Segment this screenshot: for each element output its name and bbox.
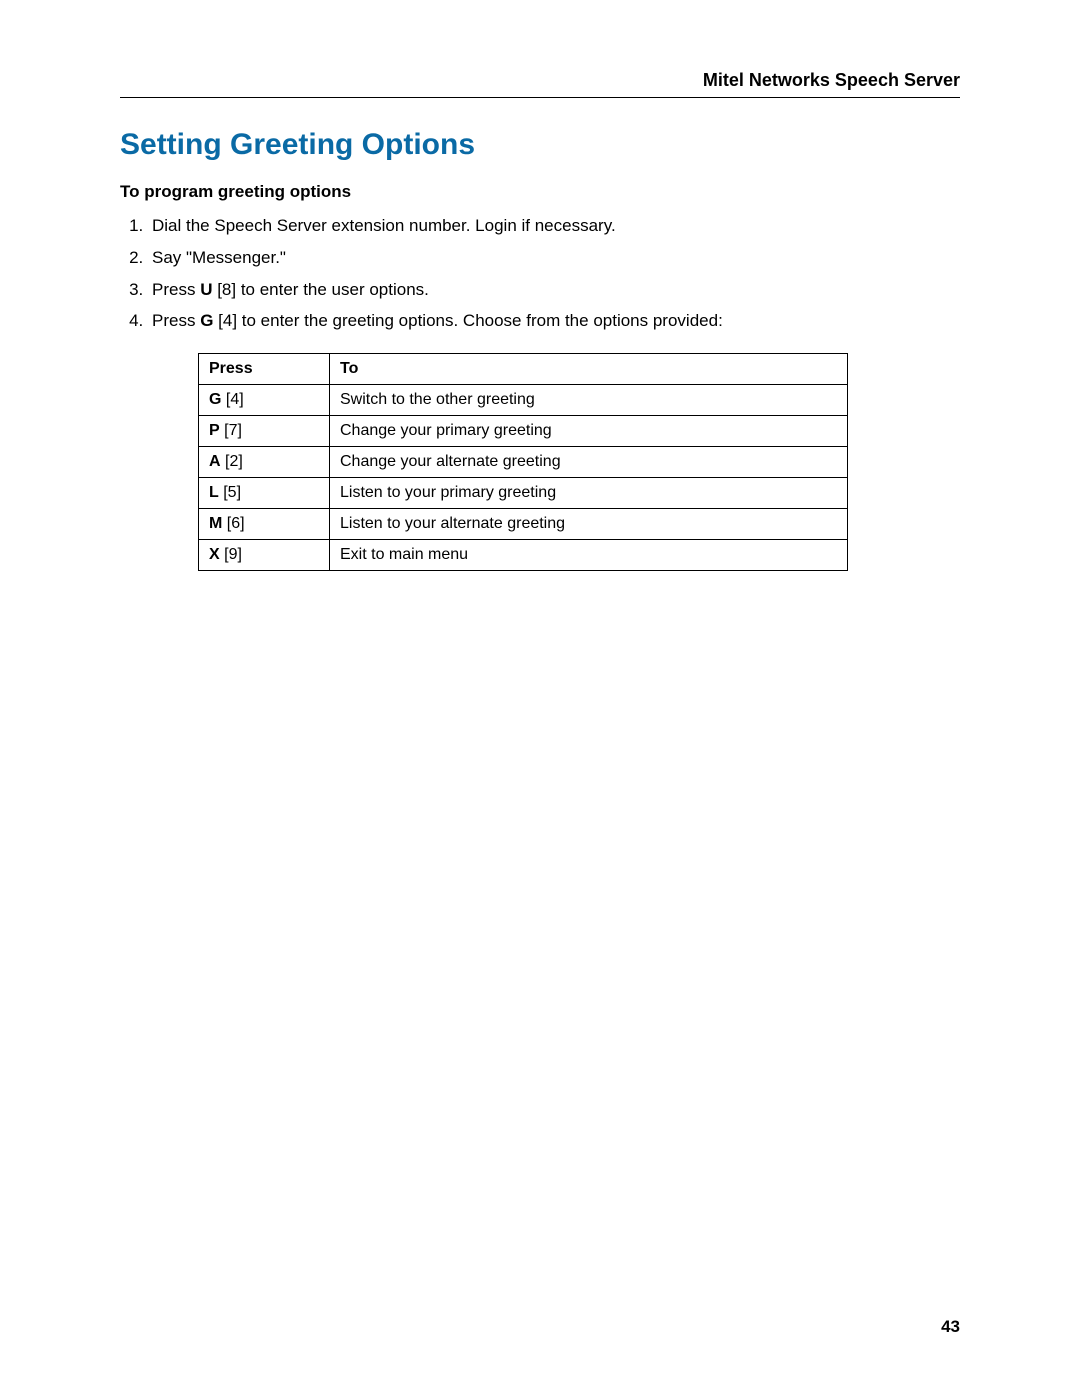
step-4: Press G [4] to enter the greeting option… (148, 309, 960, 333)
table-row: A [2] Change your alternate greeting (199, 447, 848, 478)
press-key: G (209, 391, 221, 408)
press-key: X (209, 546, 220, 563)
press-num: [6] (222, 515, 244, 532)
press-key: M (209, 515, 222, 532)
table-row: M [6] Listen to your alternate greeting (199, 509, 848, 540)
table-row: P [7] Change your primary greeting (199, 416, 848, 447)
press-num: [5] (219, 484, 241, 501)
page-header: Mitel Networks Speech Server (120, 70, 960, 98)
press-cell: M [6] (199, 509, 330, 540)
press-cell: G [4] (199, 385, 330, 416)
section-subheading: To program greeting options (120, 182, 960, 202)
press-num: [7] (220, 422, 242, 439)
press-cell: P [7] (199, 416, 330, 447)
step-3-key: U (200, 280, 212, 299)
press-num: [2] (221, 453, 243, 470)
desc-cell: Exit to main menu (330, 540, 848, 571)
document-page: Mitel Networks Speech Server Setting Gre… (0, 0, 1080, 1397)
step-3-pre: Press (152, 280, 200, 299)
step-4-key: G (200, 311, 213, 330)
table-row: X [9] Exit to main menu (199, 540, 848, 571)
steps-list: Dial the Speech Server extension number.… (148, 214, 960, 333)
section-title: Setting Greeting Options (120, 128, 960, 162)
press-key: L (209, 484, 219, 501)
step-2-text: Say "Messenger." (152, 248, 286, 267)
press-num: [4] (221, 391, 243, 408)
th-press: Press (199, 354, 330, 385)
table-row: L [5] Listen to your primary greeting (199, 478, 848, 509)
step-1-text: Dial the Speech Server extension number.… (152, 216, 616, 235)
desc-cell: Listen to your primary greeting (330, 478, 848, 509)
press-cell: A [2] (199, 447, 330, 478)
press-cell: L [5] (199, 478, 330, 509)
table-row: G [4] Switch to the other greeting (199, 385, 848, 416)
step-1: Dial the Speech Server extension number.… (148, 214, 960, 238)
page-number: 43 (941, 1317, 960, 1337)
press-cell: X [9] (199, 540, 330, 571)
header-title: Mitel Networks Speech Server (703, 70, 960, 90)
desc-cell: Change your alternate greeting (330, 447, 848, 478)
step-4-pre: Press (152, 311, 200, 330)
press-key: A (209, 453, 221, 470)
desc-cell: Listen to your alternate greeting (330, 509, 848, 540)
table-header-row: Press To (199, 354, 848, 385)
press-key: P (209, 422, 220, 439)
desc-cell: Switch to the other greeting (330, 385, 848, 416)
desc-cell: Change your primary greeting (330, 416, 848, 447)
step-2: Say "Messenger." (148, 246, 960, 270)
press-num: [9] (220, 546, 242, 563)
step-3: Press U [8] to enter the user options. (148, 278, 960, 302)
step-3-post: [8] to enter the user options. (212, 280, 428, 299)
th-to: To (330, 354, 848, 385)
options-table: Press To G [4] Switch to the other greet… (198, 353, 848, 571)
step-4-post: [4] to enter the greeting options. Choos… (213, 311, 722, 330)
